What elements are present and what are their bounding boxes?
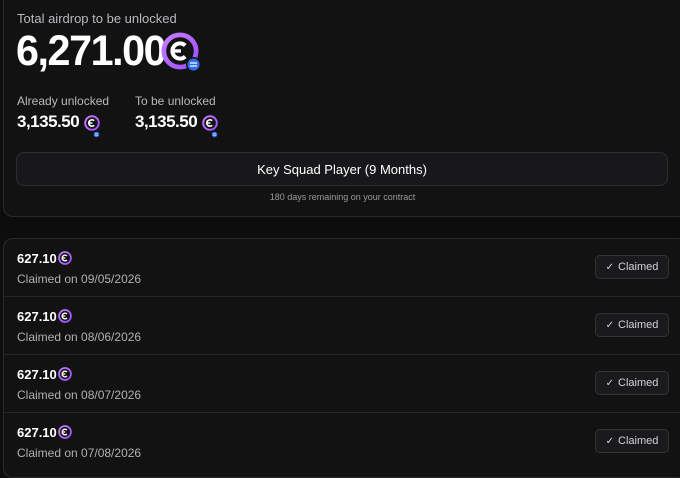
chain-badge-icon (211, 125, 218, 132)
claimed-button[interactable]: ✓ Claimed (595, 313, 669, 337)
claims-list: 627.10 Claimed on 09/05/2026 ✓ Claimed 6… (3, 238, 680, 478)
claimed-button[interactable]: ✓ Claimed (595, 371, 669, 395)
contract-remaining-text: 180 days remaining on your contract (269, 192, 416, 202)
claim-row: 627.10 Claimed on 08/06/2026 ✓ Claimed (4, 297, 680, 355)
check-icon: ✓ (605, 435, 615, 447)
claim-row: 627.10 Claimed on 07/08/2026 ✓ Claimed (4, 413, 680, 471)
token-coin-icon (58, 251, 72, 270)
chain-badge-icon (93, 125, 100, 132)
claim-amount: 627.10 (17, 425, 57, 440)
total-airdrop-amount: 6,271.00 (16, 27, 167, 75)
claim-date: Claimed on 08/06/2026 (17, 330, 142, 344)
check-icon: ✓ (605, 261, 615, 273)
claim-amount: 627.10 (17, 367, 57, 382)
claim-date: Claimed on 07/08/2026 (17, 446, 142, 460)
chain-badge-icon (186, 57, 201, 72)
claim-amount: 627.10 (17, 309, 57, 324)
claim-amount: 627.10 (17, 251, 57, 266)
claim-date: Claimed on 08/07/2026 (17, 388, 142, 402)
claim-row: 627.10 Claimed on 08/07/2026 ✓ Claimed (4, 355, 680, 413)
token-coin-icon (58, 367, 72, 386)
total-airdrop-label: Total airdrop to be unlocked (17, 11, 177, 26)
claimed-button[interactable]: ✓ Claimed (595, 429, 669, 453)
check-icon: ✓ (605, 377, 615, 389)
already-unlocked-label: Already unlocked (17, 94, 110, 108)
to-be-unlocked-label: To be unlocked (135, 94, 216, 108)
claim-date: Claimed on 09/05/2026 (17, 272, 142, 286)
token-coin-icon (58, 309, 72, 328)
claim-row: 627.10 Claimed on 09/05/2026 ✓ Claimed (4, 239, 680, 297)
claimed-button[interactable]: ✓ Claimed (595, 255, 669, 279)
contract-plan-button[interactable]: Key Squad Player (9 Months) (16, 152, 668, 186)
token-coin-icon (58, 425, 72, 444)
check-icon: ✓ (605, 319, 615, 331)
